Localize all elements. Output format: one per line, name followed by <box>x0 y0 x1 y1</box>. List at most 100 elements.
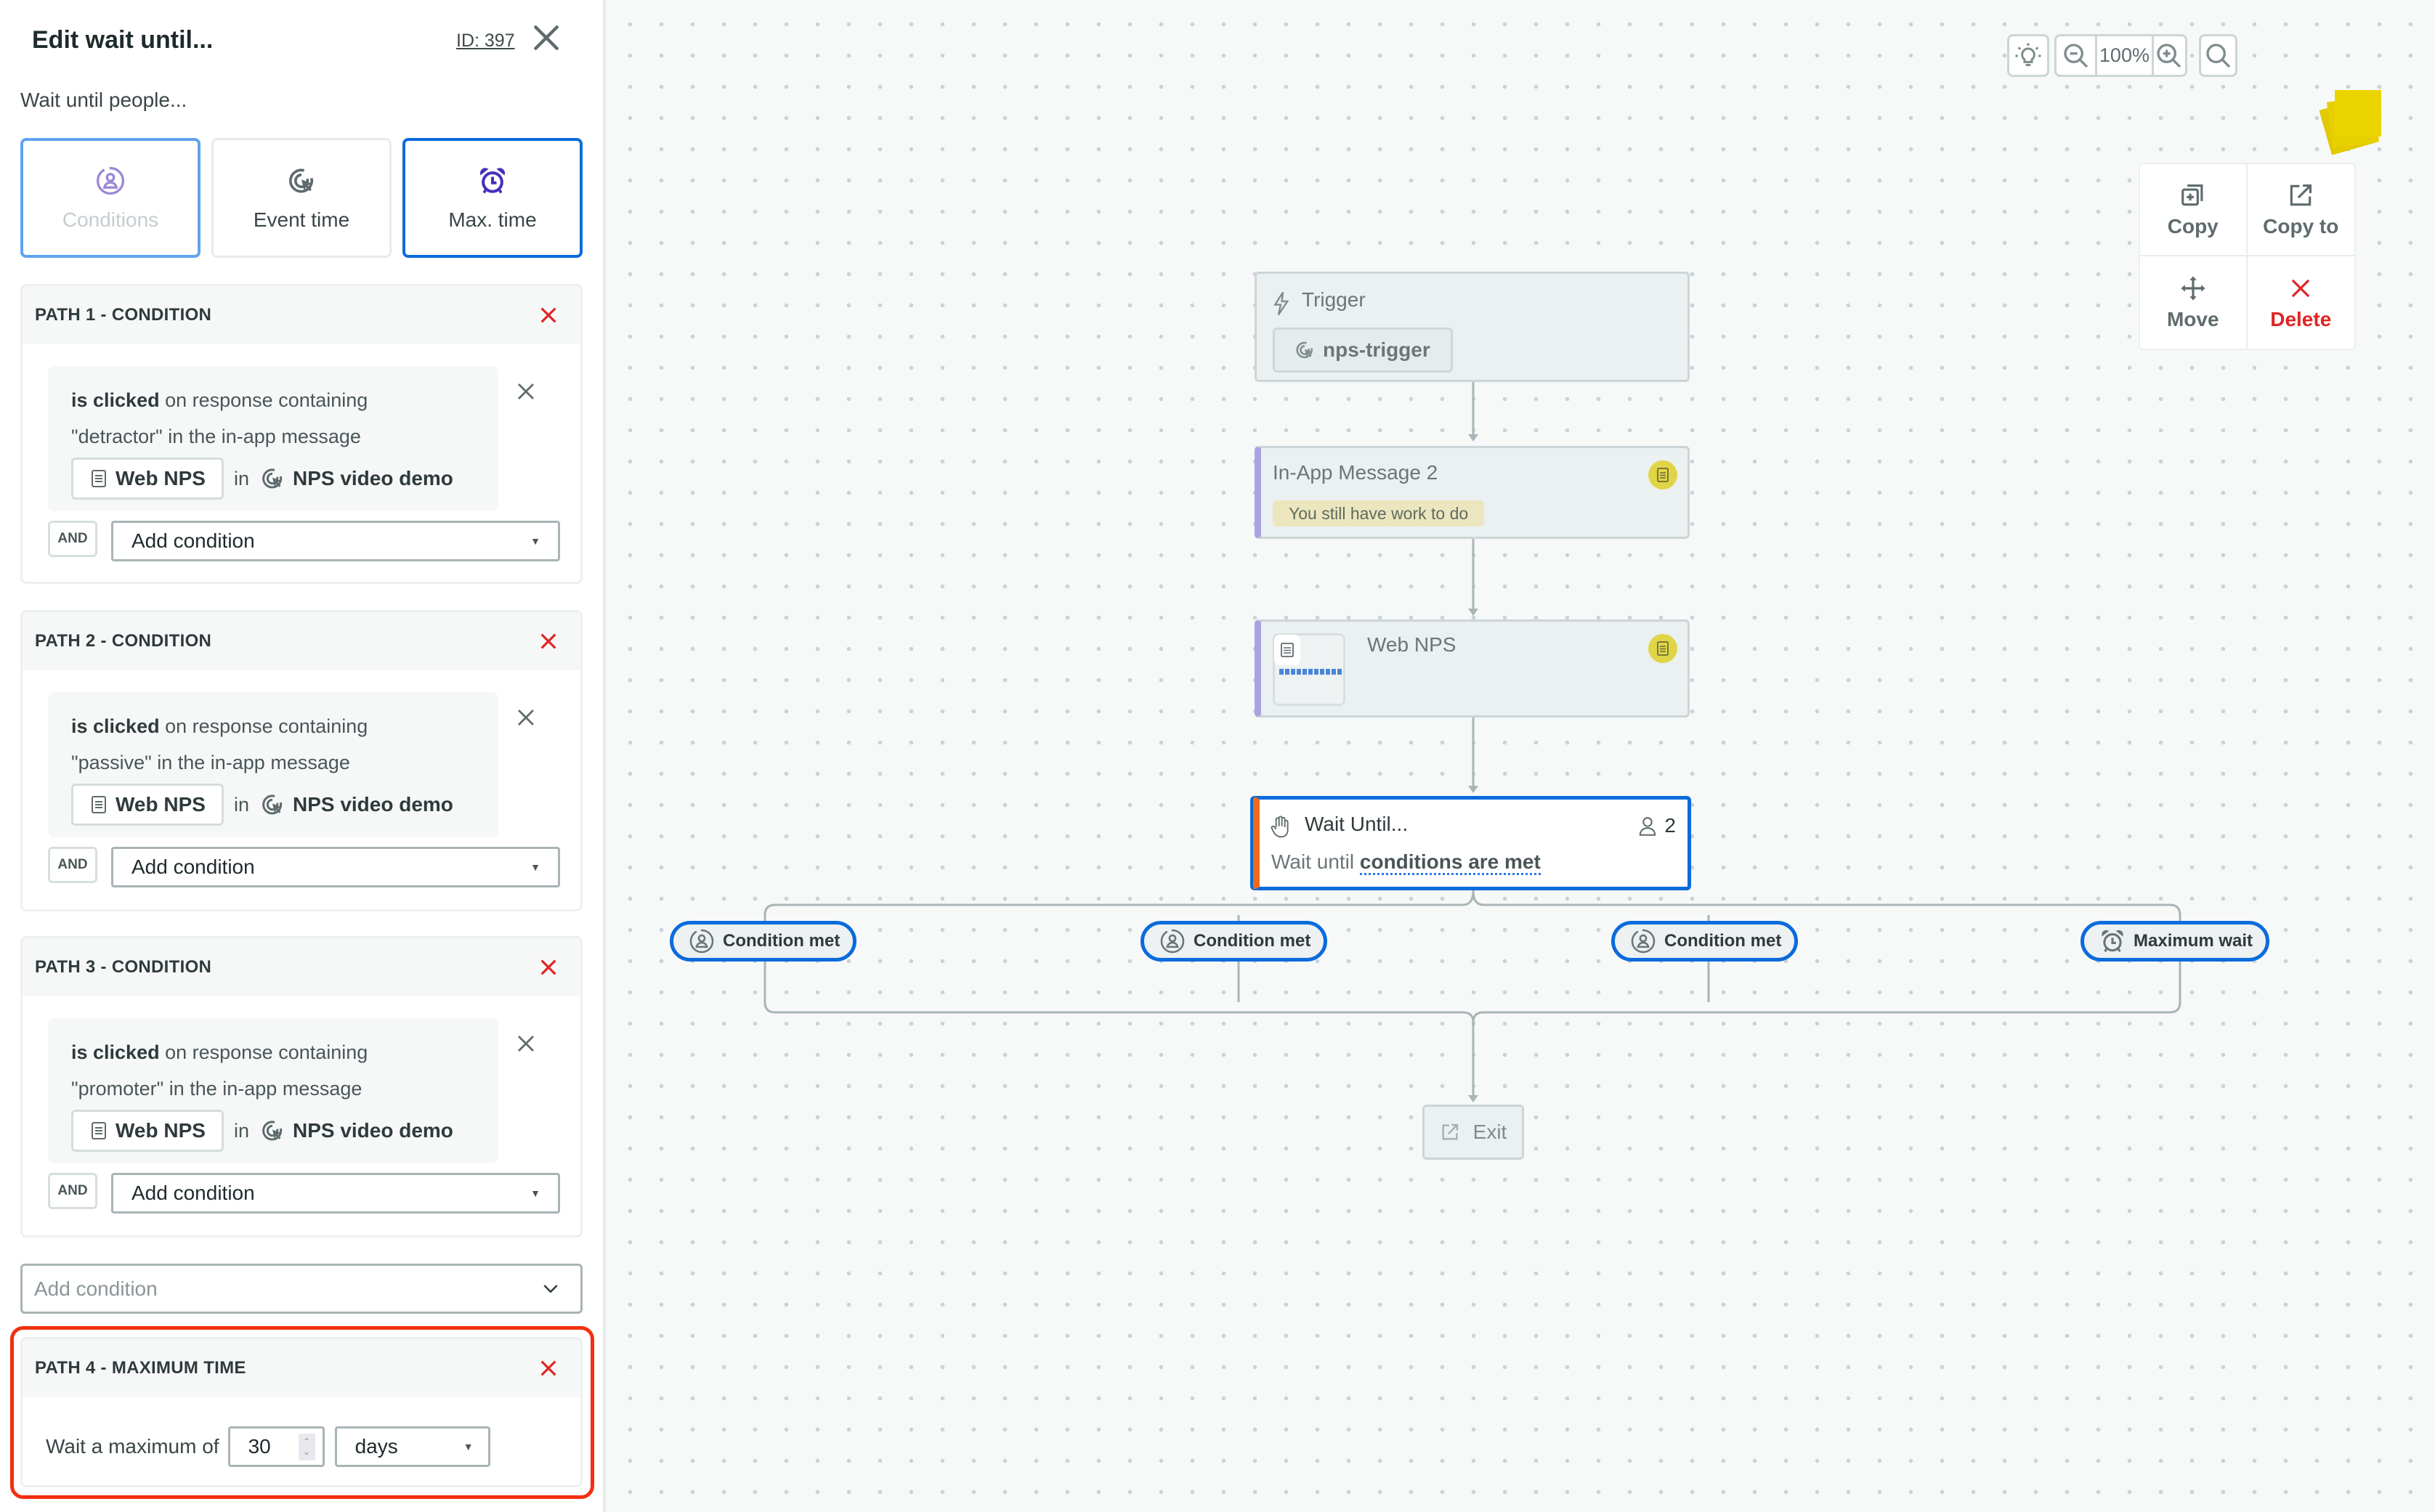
branch-pill[interactable]: Condition met <box>1140 921 1328 962</box>
arrowhead <box>1468 786 1478 793</box>
campaign-link[interactable]: NPS video demo <box>259 460 453 497</box>
time-unit-select[interactable]: days ▼ <box>334 1426 490 1467</box>
connector <box>1472 890 2181 1023</box>
add-condition-label: Add condition <box>131 529 255 552</box>
alarm-clock-icon <box>2102 930 2123 953</box>
trigger-chip[interactable]: nps-trigger <box>1273 328 1453 373</box>
add-condition-select[interactable]: Add condition ▼ <box>111 847 560 887</box>
arrowhead <box>1468 434 1478 442</box>
lightning-icon <box>1273 291 1289 316</box>
connector <box>763 890 1475 1023</box>
wait-node-title: Wait Until... <box>1305 813 1409 835</box>
delete-path-icon[interactable] <box>537 1357 560 1380</box>
delete-path-icon[interactable] <box>537 956 560 979</box>
delete-path-icon[interactable] <box>537 630 560 653</box>
branch-label: Condition met <box>1194 931 1311 951</box>
tile-conditions-label: Conditions <box>62 208 159 231</box>
remove-condition-icon[interactable] <box>515 381 537 402</box>
panel-title: Edit wait until... <box>32 26 214 54</box>
document-icon <box>1657 468 1669 482</box>
condition-box[interactable]: is clicked on response containing "promo… <box>48 1018 498 1163</box>
document-icon <box>92 796 106 813</box>
delete-path-icon[interactable] <box>537 304 560 327</box>
edit-panel: Edit wait until... ID: 397 Wait until pe… <box>0 0 606 1512</box>
message-name: Web NPS <box>116 793 206 816</box>
branch-pill[interactable]: Condition met <box>1611 921 1799 962</box>
branch-pill[interactable]: Maximum wait <box>2081 921 2270 962</box>
and-tag: AND <box>48 521 97 557</box>
content-status-icon <box>1648 634 1677 663</box>
max-wait-value: 30 <box>248 1435 271 1458</box>
message-chip[interactable]: Web NPS <box>71 784 224 826</box>
caret-down-icon: ▼ <box>463 1441 474 1452</box>
campaign-link[interactable]: NPS video demo <box>259 787 453 823</box>
flow-connectors <box>763 382 2181 1102</box>
condition-box[interactable]: is clicked on response containing "passi… <box>48 692 498 837</box>
max-time-card: PATH 4 - MAXIMUM TIME Wait a maximum of … <box>20 1337 583 1487</box>
tile-event-time[interactable]: Event time <box>211 138 392 258</box>
caret-down-icon: ▼ <box>530 1187 540 1199</box>
add-condition-label: Add condition <box>131 855 255 878</box>
person-circle-icon <box>1631 929 1656 954</box>
path-header: PATH 3 - CONDITION <box>35 957 212 977</box>
arrowhead <box>1468 1095 1478 1102</box>
remove-condition-icon[interactable] <box>515 707 537 728</box>
campaign-link[interactable]: NPS video demo <box>259 1113 453 1149</box>
people-count: 2 <box>1638 814 1676 837</box>
wait-until-node[interactable]: Wait Until... 2 Wait until conditions ar… <box>1253 796 1691 890</box>
close-panel-icon[interactable] <box>530 22 562 54</box>
max-wait-input[interactable]: 30 ⌃ ⌄ <box>227 1426 325 1467</box>
status-badge: You still have work to do <box>1273 500 1485 527</box>
condition-text: on response containing <box>159 715 368 737</box>
click-target-icon <box>289 168 314 192</box>
caret-down-icon: ▼ <box>530 861 540 873</box>
tile-max-time-label: Max. time <box>448 208 537 231</box>
add-path-condition-select[interactable]: Add condition <box>20 1264 583 1314</box>
path-header: PATH 2 - CONDITION <box>35 631 212 651</box>
message-chip[interactable]: Web NPS <box>71 458 224 500</box>
person-circle-icon <box>96 166 125 195</box>
click-target-icon <box>262 468 283 489</box>
person-circle-icon <box>1160 929 1185 954</box>
document-icon <box>1657 641 1669 656</box>
message-thumbnail <box>1273 633 1345 706</box>
path-header: PATH 4 - MAXIMUM TIME <box>35 1358 246 1378</box>
condition-text: on response containing <box>159 1041 368 1063</box>
path-card: PATH 2 - CONDITION is clicked on respons… <box>20 610 583 911</box>
exit-node[interactable]: Exit <box>1422 1105 1524 1160</box>
message-name: Web NPS <box>116 1119 206 1142</box>
node-id-link[interactable]: ID: 397 <box>456 31 515 52</box>
document-icon <box>92 1122 106 1139</box>
click-target-icon <box>262 1121 283 1141</box>
number-spinner[interactable]: ⌃ ⌄ <box>298 1433 315 1460</box>
web-nps-node[interactable]: Web NPS <box>1255 619 1690 718</box>
condition-verb: is clicked <box>71 715 160 737</box>
and-tag: AND <box>48 1173 97 1209</box>
workflow-canvas[interactable]: 100% Copy Copy to Move Delete Trigger np… <box>609 0 2435 1512</box>
branch-pill[interactable]: Condition met <box>670 921 857 962</box>
campaign-name: NPS video demo <box>292 793 453 816</box>
condition-text: on response containing <box>159 389 368 411</box>
exit-icon <box>1442 1123 1458 1140</box>
add-condition-select[interactable]: Add condition ▼ <box>111 521 560 561</box>
campaign-name: NPS video demo <box>292 467 453 489</box>
document-icon <box>92 470 106 487</box>
path-card: PATH 1 - CONDITION is clicked on respons… <box>20 284 583 584</box>
branch-label: Condition met <box>723 931 840 951</box>
people-count-value: 2 <box>1664 814 1676 837</box>
click-target-icon <box>1296 341 1313 359</box>
wait-desc-link[interactable]: conditions are met <box>1359 850 1541 875</box>
in-label: in <box>233 468 249 489</box>
in-app-title: In-App Message 2 <box>1273 461 1438 484</box>
arrowhead <box>1468 609 1478 616</box>
tile-max-time[interactable]: Max. time <box>402 138 583 258</box>
in-app-message-node[interactable]: In-App Message 2 You still have work to … <box>1255 446 1690 539</box>
add-condition-select[interactable]: Add condition ▼ <box>111 1173 560 1214</box>
tile-conditions[interactable]: Conditions <box>20 138 200 258</box>
panel-subtitle: Wait until people... <box>20 89 187 111</box>
remove-condition-icon[interactable] <box>515 1033 537 1054</box>
condition-box[interactable]: is clicked on response containing "detra… <box>48 366 498 511</box>
message-chip[interactable]: Web NPS <box>71 1110 224 1152</box>
trigger-node[interactable]: Trigger nps-trigger <box>1255 272 1690 382</box>
alarm-clock-icon <box>480 167 505 193</box>
